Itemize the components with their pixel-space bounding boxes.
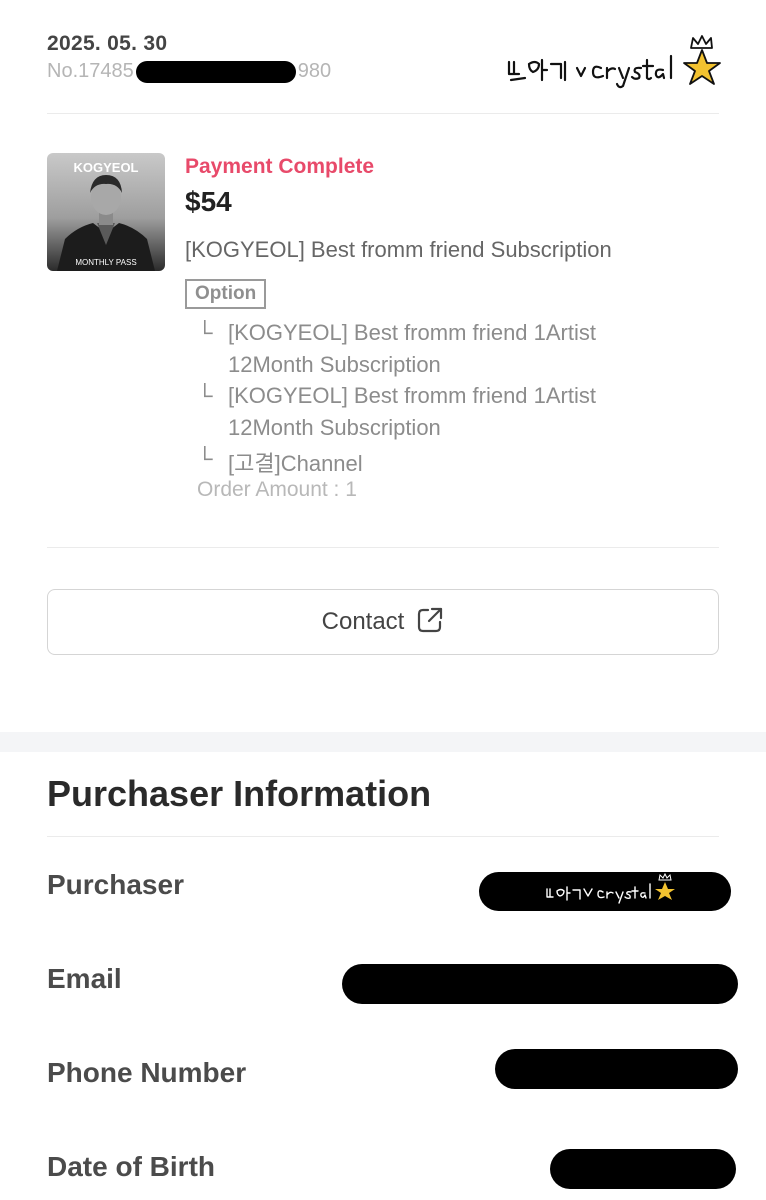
redaction-bar [135, 60, 296, 83]
thumbnail-caption: MONTHLY PASS [75, 258, 136, 267]
purchaser-redaction [479, 872, 731, 911]
purchaser-section-title: Purchaser Information [47, 773, 432, 814]
option-mark: └ [197, 446, 213, 471]
divider [47, 113, 719, 114]
option-line: [KOGYEOL] Best fromm friend 1Artist [228, 383, 596, 408]
option-line-cont: 12Month Subscription [228, 415, 441, 440]
order-number-suffix: 980 [297, 60, 332, 82]
dob-redaction [550, 1149, 736, 1189]
dob-label: Date of Birth [47, 1151, 215, 1182]
thumbnail-brand: KOGYEOL [73, 160, 138, 175]
option-item: └ [KOGYEOL] Best fromm friend 1Artist [197, 320, 596, 346]
purchaser-label: Purchaser [47, 869, 184, 900]
payment-status: Payment Complete [185, 155, 375, 178]
section-separator [0, 732, 766, 752]
external-link-icon [416, 606, 444, 639]
option-line: [고결]Channel [228, 451, 363, 476]
phone-label: Phone Number [47, 1057, 247, 1088]
option-item: └ [KOGYEOL] Best fromm friend 1Artist [197, 383, 596, 409]
option-line: [KOGYEOL] Best fromm friend 1Artist [228, 320, 596, 345]
option-item: └ [고결]Channel [197, 446, 363, 478]
option-line-cont: 12Month Subscription [228, 352, 441, 377]
product-thumbnail: KOGYEOL MONTHLY PASS [47, 153, 165, 271]
option-badge: Option [185, 279, 267, 309]
order-amount: Order Amount : 1 [197, 478, 357, 501]
order-number-prefix: No.17485 [47, 60, 134, 82]
option-mark: └ [197, 383, 213, 408]
email-label: Email [47, 963, 122, 994]
email-redaction [342, 964, 738, 1004]
phone-redaction [495, 1049, 738, 1089]
contact-button[interactable]: Contact [47, 589, 719, 655]
signature-watermark [546, 872, 675, 904]
product-name: [KOGYEOL] Best fromm friend Subscription [185, 237, 612, 262]
divider [47, 547, 719, 548]
order-number: No.17485 980 [47, 60, 331, 83]
order-date: 2025. 05. 30 [47, 32, 168, 55]
option-mark: └ [197, 320, 213, 345]
divider [47, 836, 719, 837]
product-price: $54 [185, 186, 232, 217]
contact-label: Contact [321, 608, 405, 635]
signature-watermark [505, 34, 725, 92]
